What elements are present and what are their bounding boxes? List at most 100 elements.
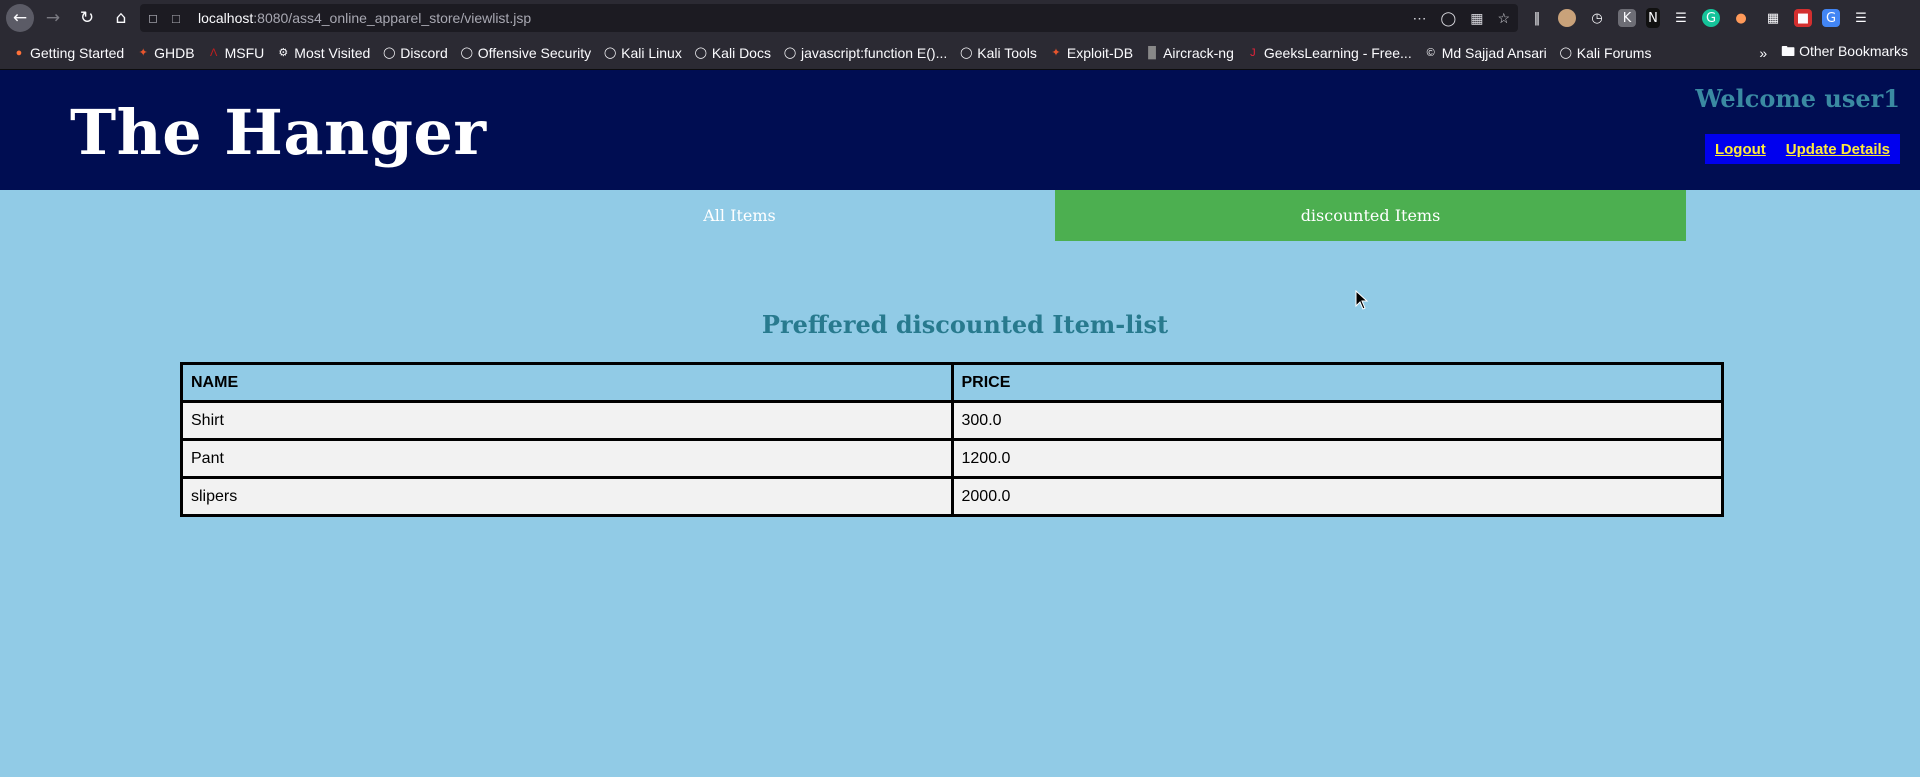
user-actions-bar: Logout Update Details xyxy=(1704,134,1900,164)
item-price: 1200.0 xyxy=(950,438,1724,479)
column-header-price: PRICE xyxy=(950,362,1724,403)
more-bookmarks-icon[interactable]: » xyxy=(1759,45,1767,61)
pocket-icon[interactable]: ◯ xyxy=(1441,10,1457,27)
bookmark-item[interactable]: ◯ Kali Tools xyxy=(959,45,1037,61)
folder-icon: 🖿 xyxy=(1781,43,1796,59)
reload-icon[interactable]: ↻ xyxy=(72,3,102,33)
extension-egg-icon[interactable]: ● xyxy=(1730,7,1752,29)
translate-icon[interactable]: ▦ xyxy=(1470,10,1483,27)
tab-all-items[interactable]: All Items xyxy=(424,190,1055,241)
bookmark-label: GHDB xyxy=(154,44,195,61)
bookmark-label: Exploit-DB xyxy=(1066,44,1134,61)
table-header-row: NAME PRICE xyxy=(180,362,1724,403)
bookmark-label: Aircrack-ng xyxy=(1163,44,1234,61)
bookmark-label: javascript:function E()... xyxy=(800,44,948,61)
bookmarks-bar: ● Getting Started ✦ GHDB Λ MSFU ⚙ Most Visited ◯… xyxy=(0,36,1920,70)
extension-grid-icon[interactable]: ▦ xyxy=(1762,7,1784,29)
globe-icon: ◯ xyxy=(603,47,617,59)
home-icon[interactable]: ⌂ xyxy=(106,3,136,33)
firefox-icon: ● xyxy=(15,46,23,59)
history-clock-icon[interactable]: ◷ xyxy=(1586,7,1608,29)
bookmark-label: GeeksLearning - Free... xyxy=(1263,44,1412,61)
tab-discounted-items[interactable]: discounted Items xyxy=(1055,190,1686,241)
exploit-db-icon: ✦ xyxy=(1051,47,1061,59)
bookmark-item[interactable]: ◯ javascript:function E()... xyxy=(783,45,947,61)
bookmark-item[interactable]: ◯ Kali Linux xyxy=(603,45,682,61)
address-bar[interactable]: ◻ □ localhost:8080/ass4_online_apparel_s… xyxy=(140,4,1518,32)
table-row: slipers 2000.0 xyxy=(180,476,1724,517)
logout-link[interactable]: Logout xyxy=(1715,141,1766,158)
globe-icon: ◯ xyxy=(694,47,707,59)
item-price: 300.0 xyxy=(950,400,1724,441)
bookmark-label: Offensive Security xyxy=(477,44,592,61)
bookmark-item[interactable]: © Md Sajjad Ansari xyxy=(1424,45,1547,61)
metasploit-icon: Λ xyxy=(209,46,218,59)
table-row: Shirt 300.0 xyxy=(180,400,1724,441)
more-actions-icon[interactable]: ⋯ xyxy=(1413,10,1427,27)
bookmark-item[interactable]: J GeeksLearning - Free... xyxy=(1246,45,1412,61)
column-header-name: NAME xyxy=(180,362,954,403)
shield-icon[interactable]: ◻ xyxy=(148,11,164,25)
bookmark-label: MSFU xyxy=(224,44,265,61)
bookmark-item[interactable]: Λ MSFU xyxy=(207,44,265,61)
bookmark-item[interactable]: ⚙ Most Visited xyxy=(276,45,370,61)
item-tabs: All Items discounted Items xyxy=(424,190,1686,241)
exploit-db-icon: ✦ xyxy=(138,47,148,59)
library-icon[interactable]: ‖ xyxy=(1526,7,1548,29)
bookmark-item[interactable]: ● Getting Started xyxy=(12,44,125,61)
url-text[interactable]: localhost:8080/ass4_online_apparel_store… xyxy=(198,10,531,26)
bookmark-star-icon[interactable]: ☆ xyxy=(1497,10,1510,27)
bookmark-item[interactable]: █ Aircrack-ng xyxy=(1145,45,1234,61)
bookmark-item[interactable]: ◯ Discord xyxy=(382,44,448,61)
url-path: :8080/ass4_online_apparel_store/viewlist… xyxy=(253,10,532,26)
site-title: The Hanger xyxy=(70,96,487,169)
bookmark-item[interactable]: ✦ GHDB xyxy=(136,44,195,61)
other-bookmarks[interactable]: 🖿 Other Bookmarks xyxy=(1781,41,1908,65)
grammarly-icon[interactable]: G xyxy=(1702,9,1720,27)
welcome-message: Welcome user1 xyxy=(1695,84,1900,113)
gear-icon: ⚙ xyxy=(278,47,289,59)
extension-n-icon[interactable]: N xyxy=(1646,8,1660,28)
bookmark-item[interactable]: ◯ Kali Docs xyxy=(694,45,771,61)
url-host: localhost xyxy=(198,10,254,26)
bookmark-item[interactable]: ◯ Kali Forums xyxy=(1559,45,1652,61)
extension-k-icon[interactable]: K xyxy=(1618,9,1636,27)
page-info-icon[interactable]: □ xyxy=(172,11,188,26)
copyright-icon: © xyxy=(1426,46,1435,59)
bookmark-label: Kali Tools xyxy=(977,44,1037,61)
google-translate-icon[interactable]: G xyxy=(1822,9,1840,27)
menu-icon[interactable]: ☰ xyxy=(1850,7,1872,29)
item-name: Shirt xyxy=(180,400,954,441)
back-icon[interactable]: ← xyxy=(6,4,34,32)
mouse-pointer-icon xyxy=(1355,290,1369,310)
extension-bars-icon[interactable]: ☰ xyxy=(1670,7,1692,29)
bookmark-label: Kali Linux xyxy=(621,44,682,61)
globe-icon: ◯ xyxy=(1559,47,1572,59)
bookmark-label: Md Sajjad Ansari xyxy=(1441,44,1547,61)
bookmark-label: Kali Docs xyxy=(711,44,771,61)
globe-icon: ◯ xyxy=(383,47,396,59)
list-heading: Preffered discounted Item-list xyxy=(761,310,1169,339)
aircrack-icon: █ xyxy=(1148,46,1156,59)
site-header: The Hanger Welcome user1 Logout Update D… xyxy=(0,70,1920,190)
account-avatar-icon[interactable] xyxy=(1558,9,1576,27)
bookmark-label: Discord xyxy=(400,44,448,61)
other-bookmarks-label: Other Bookmarks xyxy=(1799,43,1908,59)
globe-icon: ◯ xyxy=(460,47,473,59)
bookmark-label: Getting Started xyxy=(30,44,125,61)
globe-icon: ◯ xyxy=(960,47,973,59)
bookmark-label: Most Visited xyxy=(294,44,371,61)
item-name: Pant xyxy=(180,438,954,479)
geekslearning-icon: J xyxy=(1250,46,1256,59)
bookmark-item[interactable]: ◯ Offensive Security xyxy=(460,44,592,61)
extension-lock-icon[interactable]: ■ xyxy=(1794,9,1812,27)
bookmark-label: Kali Forums xyxy=(1576,44,1652,61)
bookmark-item[interactable]: ✦ Exploit-DB xyxy=(1049,45,1133,61)
forward-icon[interactable]: → xyxy=(38,3,68,33)
item-name: slipers xyxy=(180,476,954,517)
items-table: NAME PRICE Shirt 300.0 Pant 1200.0 slipe… xyxy=(180,362,1724,517)
table-row: Pant 1200.0 xyxy=(180,438,1724,479)
item-price: 2000.0 xyxy=(950,476,1724,517)
browser-toolbar: ← → ↻ ⌂ ◻ □ localhost:8080/ass4_online_a… xyxy=(0,0,1920,36)
update-details-link[interactable]: Update Details xyxy=(1786,141,1890,158)
